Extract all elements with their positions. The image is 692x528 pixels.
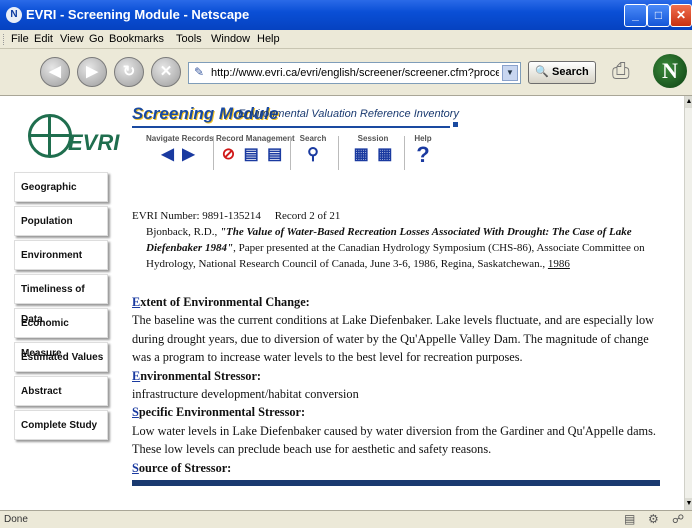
section-text: Low water levels in Lake Diefenbaker cau… [132, 423, 656, 457]
navigate-records-label: Navigate Records [146, 134, 214, 143]
close-button[interactable]: ✕ [670, 4, 692, 27]
address-bar: ✎ ▼ [188, 62, 521, 84]
menu-go[interactable]: Go [89, 33, 104, 45]
title-bar: N EVRI - Screening Module - Netscape _ □… [0, 0, 692, 30]
print-icon[interactable]: ⎙ [612, 58, 630, 84]
section-link[interactable]: E [132, 295, 140, 309]
section-heading: Extent of Environmental Change: [132, 293, 662, 311]
session-label: Session [357, 134, 389, 143]
page-icon: ✎ [194, 65, 205, 79]
scroll-up-icon[interactable]: ▲ [685, 96, 692, 108]
vertical-scrollbar[interactable]: ▲ ▼ [684, 96, 692, 510]
back-arrow-icon[interactable]: ◀ [40, 57, 70, 87]
session-group: Session ▦ ▦ [344, 134, 402, 170]
previous-record-icon[interactable]: ◀ [161, 146, 173, 164]
record-management-group: Record Management ⊘ ▤ ▤ [216, 134, 295, 170]
record-list-icon[interactable]: ▤ [267, 146, 282, 164]
menu-view[interactable]: View [60, 33, 84, 45]
search-group: Search ⚲ [293, 134, 333, 170]
side-nav-population[interactable]: Population [14, 206, 108, 236]
navigate-records-group: Navigate Records ◀ ▶ [146, 134, 214, 170]
menu-window[interactable]: Window [211, 33, 250, 45]
side-nav-estimated-values[interactable]: Estimated Values [14, 342, 108, 372]
page-content: EVRI Screening Module Environmental Valu… [0, 96, 684, 510]
section-heading: Source of Stressor: [132, 459, 662, 477]
scroll-down-icon[interactable]: ▼ [685, 498, 692, 510]
side-nav-abstract[interactable]: Abstract [14, 376, 108, 406]
section-heading-text: pecific Environmental Stressor: [138, 405, 306, 420]
section-text: The baseline was the current conditions … [132, 313, 655, 365]
forward-arrow-icon[interactable]: ▶ [77, 57, 107, 87]
navigation-toolbar: ◀ ▶ ↻ ✕ ✎ ▼ 🔍 Search ⎙ N [0, 49, 692, 96]
section-heading-text: nvironmental Stressor: [140, 368, 262, 383]
view-records-icon[interactable]: ▤ [244, 146, 259, 164]
citation-year-link[interactable]: 1986 [548, 258, 570, 270]
section-text: infrastructure development/habitat conve… [132, 387, 359, 402]
open-session-icon[interactable]: ▦ [354, 146, 369, 164]
module-subtitle: Environmental Valuation Reference Invent… [238, 108, 459, 120]
help-icon[interactable]: ? [416, 144, 429, 166]
netscape-logo-icon[interactable]: N [653, 54, 687, 88]
menu-edit[interactable]: Edit [34, 33, 53, 45]
section-link[interactable]: E [132, 369, 140, 383]
magnifier-icon: 🔍 [535, 66, 549, 78]
evri-number: EVRI Number: 9891-135214 [132, 210, 261, 222]
menu-bar: File Edit View Go Bookmarks Tools Window… [0, 30, 692, 49]
side-nav-complete-study[interactable]: Complete Study [14, 410, 108, 440]
connection-icon: ▤ [624, 512, 636, 526]
evri-logo-text: EVRI [68, 130, 120, 155]
security-icon: ⚙ [648, 512, 659, 526]
url-input[interactable] [211, 65, 499, 80]
window-title: EVRI - Screening Module - Netscape [26, 7, 250, 22]
section-heading-text: xtent of Environmental Change: [140, 295, 310, 309]
side-nav-timeliness[interactable]: Timeliness of Data [14, 274, 108, 325]
divider [404, 136, 405, 170]
url-dropdown-icon[interactable]: ▼ [502, 65, 518, 81]
status-bar: Done ▤ ⚙ ☍ [0, 510, 692, 528]
section-link[interactable]: S [132, 461, 139, 475]
menu-bookmarks[interactable]: Bookmarks [109, 33, 164, 45]
search-button-label: Search [552, 66, 589, 78]
record-management-label: Record Management [216, 134, 295, 143]
menu-grip [3, 34, 7, 45]
section-heading: Environmental Stressor: [132, 367, 662, 385]
side-nav-economic-measure[interactable]: Economic Measure [14, 308, 108, 359]
citation-authors: Bjonback, R.D., [146, 226, 218, 238]
menu-tools[interactable]: Tools [176, 33, 202, 45]
reload-icon[interactable]: ↻ [114, 57, 144, 87]
section-heading: Specific Environmental Stressor: [132, 403, 662, 421]
clear-records-icon[interactable]: ⊘ [222, 146, 235, 164]
divider [290, 136, 291, 170]
side-nav-geographic[interactable]: Geographic [14, 172, 108, 202]
study-details: Extent of Environmental Change: The base… [132, 293, 662, 477]
divider [338, 136, 339, 170]
module-underline [132, 122, 458, 128]
netscape-app-icon: N [6, 7, 22, 23]
next-record-icon[interactable]: ▶ [182, 146, 194, 164]
stop-icon[interactable]: ✕ [151, 57, 181, 87]
study-citation: EVRI Number: 9891-135214 Record 2 of 21 … [132, 208, 660, 272]
search-icon[interactable]: ⚲ [307, 146, 319, 164]
search-label: Search [299, 134, 327, 143]
globe-icon [28, 114, 72, 158]
menu-file[interactable]: File [11, 33, 29, 45]
help-group: Help ? [410, 134, 436, 170]
lock-icon: ☍ [672, 512, 685, 526]
footer-bar [132, 480, 660, 486]
search-button[interactable]: 🔍 Search [528, 61, 596, 84]
status-text: Done [4, 514, 28, 525]
section-link[interactable]: S [132, 405, 139, 419]
menu-help[interactable]: Help [257, 33, 280, 45]
save-session-icon[interactable]: ▦ [377, 146, 392, 164]
minimize-button[interactable]: _ [624, 4, 647, 27]
record-position: Record 2 of 21 [274, 210, 341, 222]
divider [213, 136, 214, 170]
side-navigation: Geographic Population Environment Timeli… [14, 172, 108, 444]
evri-logo: EVRI [28, 114, 124, 160]
section-heading-text: ource of Stressor: [138, 460, 232, 475]
maximize-button[interactable]: □ [647, 4, 670, 27]
side-nav-environment[interactable]: Environment [14, 240, 108, 270]
